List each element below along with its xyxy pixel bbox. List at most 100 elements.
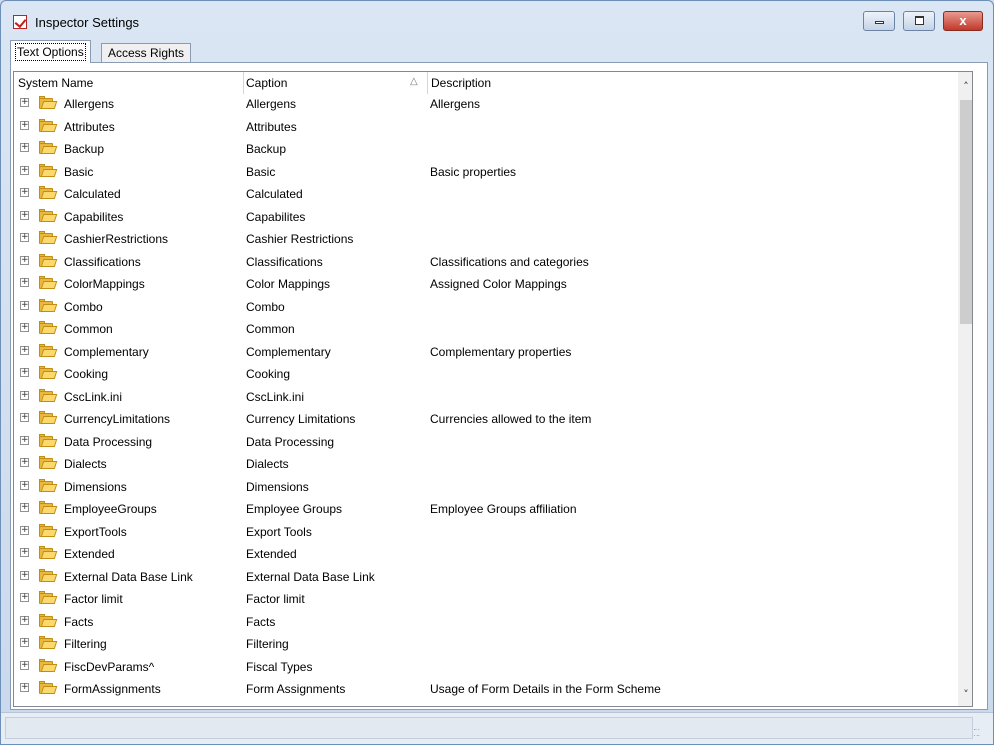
folder-icon	[39, 163, 58, 177]
tree-row[interactable]: + EmployeeGroups Employee Groups Employee G…	[14, 499, 958, 522]
row-system-name: Factor limit	[64, 592, 123, 606]
tree-row[interactable]: + Filtering Filtering	[14, 634, 958, 657]
expand-plus-icon[interactable]: +	[20, 593, 29, 602]
expand-plus-icon[interactable]: +	[20, 323, 29, 332]
expand-plus-icon[interactable]: +	[20, 615, 29, 625]
settings-tree-list[interactable]: System Name Caption △ Description + Aller…	[13, 71, 973, 707]
tree-row[interactable]: + Allergens Allergens Allergens	[14, 94, 958, 117]
expand-plus-icon[interactable]: +	[20, 233, 29, 242]
tree-row[interactable]: + Classifications Classifications Classific…	[14, 252, 958, 275]
column-header-system-name[interactable]: System Name	[18, 76, 93, 90]
tree-row[interactable]: + Common Common	[14, 319, 958, 342]
expand-plus-icon[interactable]: +	[20, 98, 29, 107]
expand-plus-icon[interactable]: +	[20, 143, 29, 152]
tree-row[interactable]: + CurrencyLimitations Currency Limitations…	[14, 409, 958, 432]
maximize-button[interactable]	[903, 11, 935, 31]
row-caption: Data Processing	[246, 434, 335, 449]
expand-plus-icon[interactable]: +	[20, 458, 29, 467]
folder-icon	[39, 298, 58, 312]
scroll-up-icon[interactable]: ˄	[958, 78, 972, 95]
expand-plus-icon[interactable]: +	[20, 210, 29, 220]
row-caption: Complementary	[246, 344, 331, 359]
scroll-down-icon[interactable]: ˅	[958, 686, 972, 703]
expand-plus-icon[interactable]: +	[20, 503, 29, 512]
tree-row[interactable]: + Backup Backup	[14, 139, 958, 162]
expand-plus-icon[interactable]: +	[20, 300, 29, 310]
tree-row[interactable]: + Calculated Calculated	[14, 184, 958, 207]
expand-plus-icon[interactable]: +	[20, 278, 29, 287]
folder-icon	[39, 658, 58, 672]
scroll-thumb[interactable]	[960, 100, 972, 324]
row-system-name: CurrencyLimitations	[64, 412, 171, 426]
expand-plus-icon[interactable]: +	[20, 548, 29, 557]
folder-icon	[39, 591, 58, 604]
expand-plus-icon[interactable]: +	[20, 660, 29, 670]
title-bar[interactable]: Inspector Settings x	[1, 1, 993, 39]
row-system-name: Combo	[64, 299, 103, 314]
expand-plus-icon[interactable]: +	[20, 570, 29, 580]
expand-plus-icon[interactable]: +	[20, 255, 29, 265]
expand-plus-icon[interactable]: +	[20, 390, 29, 400]
expand-plus-icon[interactable]: +	[20, 435, 29, 445]
folder-icon	[39, 321, 58, 334]
vertical-scrollbar[interactable]: ˄ ˅	[958, 72, 972, 706]
tree-row[interactable]: + Data Processing Data Processing	[14, 432, 958, 455]
expand-plus-icon[interactable]: +	[20, 368, 29, 377]
row-system-name: Dialects	[64, 457, 107, 471]
tree-row[interactable]: + FiscDevParams^ Fiscal Types	[14, 657, 958, 680]
tree-row[interactable]: + Dimensions Dimensions	[14, 477, 958, 500]
row-caption: Filtering	[246, 637, 289, 651]
row-system-name: Calculated	[64, 187, 121, 201]
row-description: Complementary properties	[430, 344, 572, 359]
tab-text-options[interactable]: Text Options	[10, 40, 91, 63]
column-header-caption[interactable]: Caption	[246, 76, 287, 90]
tree-row[interactable]: + Facts Facts	[14, 612, 958, 635]
row-caption: Basic	[246, 164, 276, 179]
tree-rows: + Allergens Allergens Allergens + Attributes A…	[14, 94, 958, 702]
tree-row[interactable]: + Complementary Complementary Complementary…	[14, 342, 958, 365]
row-caption: Employee Groups	[246, 502, 343, 516]
tree-row[interactable]: + ExportTools Export Tools	[14, 522, 958, 545]
row-caption: Dialects	[246, 457, 289, 471]
row-system-name: Filtering	[64, 637, 107, 651]
tab-access-rights[interactable]: Access Rights	[101, 43, 192, 63]
tree-row[interactable]: + Factor limit Factor limit	[14, 589, 958, 612]
expand-plus-icon[interactable]: +	[20, 683, 29, 692]
tree-row[interactable]: + External Data Base Link External Data Ba…	[14, 567, 958, 590]
column-divider[interactable]	[243, 72, 244, 94]
column-header-description[interactable]: Description	[431, 76, 491, 90]
row-caption: Cashier Restrictions	[246, 232, 354, 246]
tree-row[interactable]: + Dialects Dialects	[14, 454, 958, 477]
tree-row[interactable]: + FormAssignments Form Assignments Usage of…	[14, 679, 958, 702]
row-caption: External Data Base Link	[246, 569, 375, 584]
row-system-name: Backup	[64, 142, 105, 156]
tree-row[interactable]: + Attributes Attributes	[14, 117, 958, 140]
resize-grip-icon[interactable]: ·· · · ··	[973, 726, 985, 740]
row-caption: CscLink.ini	[246, 389, 305, 404]
expand-plus-icon[interactable]: +	[20, 413, 29, 422]
expand-plus-icon[interactable]: +	[20, 165, 29, 175]
expand-plus-icon[interactable]: +	[20, 480, 29, 490]
tree-row[interactable]: + Cooking Cooking	[14, 364, 958, 387]
expand-plus-icon[interactable]: +	[20, 188, 29, 197]
row-system-name: External Data Base Link	[64, 569, 193, 584]
row-system-name: CashierRestrictions	[64, 232, 169, 246]
tree-row[interactable]: + CashierRestrictions Cashier Restrictions	[14, 229, 958, 252]
row-system-name: Cooking	[64, 367, 109, 381]
tree-row[interactable]: + Basic Basic Basic properties	[14, 162, 958, 185]
expand-plus-icon[interactable]: +	[20, 345, 29, 355]
tree-row[interactable]: + Extended Extended	[14, 544, 958, 567]
expand-plus-icon[interactable]: +	[20, 120, 29, 130]
column-divider[interactable]	[427, 72, 428, 94]
expand-plus-icon[interactable]: +	[20, 638, 29, 647]
minimize-button[interactable]	[863, 11, 895, 31]
tree-row[interactable]: + Combo Combo	[14, 297, 958, 320]
row-description: Allergens	[430, 97, 481, 111]
tree-row[interactable]: + ColorMappings Color Mappings Assigned Col…	[14, 274, 958, 297]
row-caption: Cooking	[246, 367, 291, 381]
close-button[interactable]: x	[943, 11, 983, 31]
folder-icon	[39, 681, 58, 694]
expand-plus-icon[interactable]: +	[20, 525, 29, 535]
tree-row[interactable]: + Capabilites Capabilites	[14, 207, 958, 230]
tree-row[interactable]: + CscLink.ini CscLink.ini	[14, 387, 958, 410]
